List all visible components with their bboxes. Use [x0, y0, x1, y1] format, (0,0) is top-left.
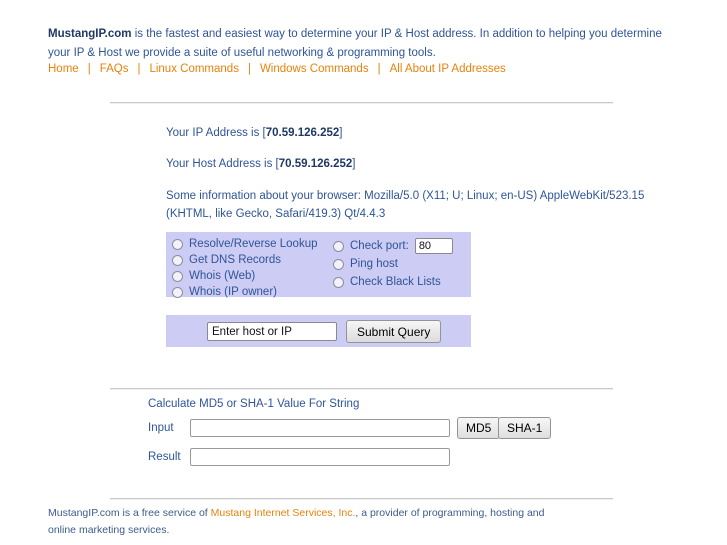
nav-link-windows-commands[interactable]: Windows Commands: [260, 63, 369, 75]
nav-separator: |: [87, 63, 91, 75]
radio-icon[interactable]: [333, 258, 344, 270]
nav-link-home[interactable]: Home: [48, 63, 79, 75]
site-brand: MustangIP.com: [48, 27, 132, 40]
footer-link-mustang-internet-services[interactable]: Mustang Internet Services, Inc.: [211, 507, 356, 519]
option-label: Ping host: [350, 258, 398, 270]
host-address-value: 70.59.126.252: [278, 158, 353, 170]
hash-input-field[interactable]: [190, 419, 450, 437]
ip-address-bracket: ]: [339, 127, 343, 139]
md5-button[interactable]: MD5: [457, 417, 501, 439]
option-check-port[interactable]: Check port:: [333, 238, 453, 254]
host-or-ip-input[interactable]: [207, 322, 337, 341]
option-label: Get DNS Records: [189, 254, 282, 266]
host-address-bracket: ]: [352, 158, 356, 170]
divider-bottom: [110, 498, 613, 500]
host-address-line: Your Host Address is [70.59.126.252]: [166, 155, 355, 173]
radio-icon[interactable]: [333, 240, 344, 252]
nav-separator: |: [377, 63, 381, 75]
option-label: Check port:: [350, 240, 409, 252]
radio-icon[interactable]: [172, 238, 183, 250]
option-ping-host[interactable]: Ping host: [333, 258, 398, 270]
primary-nav: Home | FAQs | Linux Commands | Windows Command…: [48, 63, 506, 75]
ip-address-value: 70.59.126.252: [265, 127, 340, 139]
option-label: Whois (Web): [189, 270, 256, 282]
hash-input-label: Input: [148, 422, 174, 434]
divider-middle: [110, 388, 613, 390]
nav-link-linux-commands[interactable]: Linux Commands: [149, 63, 238, 75]
nav-separator: |: [247, 63, 251, 75]
option-label: Check Black Lists: [350, 276, 441, 288]
option-whois-web[interactable]: Whois (Web): [172, 270, 255, 282]
radio-icon[interactable]: [172, 286, 183, 298]
option-label: Resolve/Reverse Lookup: [189, 238, 318, 250]
radio-icon[interactable]: [172, 254, 183, 266]
option-label: Whois (IP owner): [189, 286, 277, 298]
radio-icon[interactable]: [172, 270, 183, 282]
lookup-options-panel: Resolve/Reverse Lookup Get DNS Records W…: [166, 232, 471, 298]
hash-result-label: Result: [148, 451, 181, 463]
option-get-dns-records[interactable]: Get DNS Records: [172, 254, 281, 266]
divider-top: [110, 102, 613, 104]
page-root: MustangIP.com is the fastest and easiest…: [0, 0, 727, 545]
ip-address-label: Your IP Address is [: [166, 127, 266, 139]
footer-text-before: MustangIP.com is a free service of: [48, 507, 211, 519]
nav-link-all-about-ip-addresses[interactable]: All About IP Addresses: [390, 63, 506, 75]
ip-address-line: Your IP Address is [70.59.126.252]: [166, 124, 342, 142]
radio-icon[interactable]: [333, 276, 344, 288]
hash-section-title: Calculate MD5 or SHA-1 Value For String: [148, 398, 360, 410]
hash-result-field[interactable]: [190, 448, 450, 466]
nav-link-faqs[interactable]: FAQs: [100, 63, 129, 75]
sha1-button[interactable]: SHA-1: [498, 417, 552, 439]
option-whois-ip-owner[interactable]: Whois (IP owner): [172, 286, 277, 298]
browser-info-line: Some information about your browser: Moz…: [166, 190, 645, 220]
nav-separator: |: [137, 63, 141, 75]
option-check-black-lists[interactable]: Check Black Lists: [333, 276, 441, 288]
query-panel: Submit Query: [166, 315, 471, 347]
host-address-label: Your Host Address is [: [166, 158, 279, 170]
footer: MustangIP.com is a free service of Musta…: [48, 505, 548, 539]
intro-text: is the fastest and easiest way to determ…: [48, 27, 662, 59]
submit-query-button[interactable]: Submit Query: [346, 320, 442, 343]
port-number-input[interactable]: [414, 238, 453, 254]
intro-paragraph: MustangIP.com is the fastest and easiest…: [48, 25, 673, 63]
option-resolve-reverse-lookup[interactable]: Resolve/Reverse Lookup: [172, 238, 318, 250]
